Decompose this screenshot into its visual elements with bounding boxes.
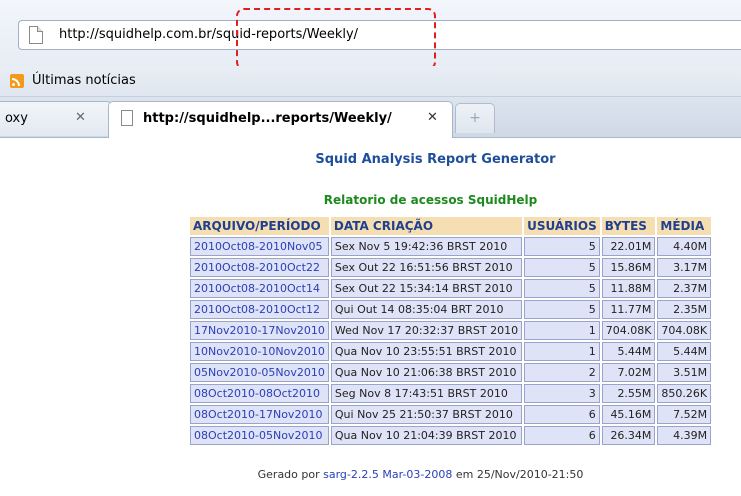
column-header: BYTES (601, 217, 656, 235)
users-cell: 5 (524, 237, 600, 256)
table-row: 2010Oct08-2010Oct22 Sex Out 22 16:51:56 B… (190, 258, 712, 277)
period-link[interactable]: 08Oct2010-08Oct2010 (190, 384, 329, 403)
average-cell: 4.40M (657, 237, 712, 256)
footer: Gerado por sarg-2.2.5 Mar-03-2008 em 25/… (0, 468, 741, 481)
report-title: Squid Analysis Report Generator (315, 152, 556, 167)
close-icon[interactable]: ✕ (75, 110, 86, 125)
users-cell: 3 (524, 384, 600, 403)
column-header: DATA CRIAÇÃO (330, 217, 523, 235)
users-cell: 2 (524, 363, 600, 382)
close-icon[interactable]: ✕ (427, 110, 438, 125)
average-cell: 2.37M (657, 279, 712, 298)
tab-weekly-report[interactable]: http://squidhelp...reports/Weekly/ ✕ (108, 101, 453, 138)
bookmarks-bar: Últimas notícias (0, 66, 741, 97)
period-link[interactable]: 17Nov2010-17Nov2010 (190, 321, 329, 340)
new-tab-button[interactable]: + (455, 103, 495, 133)
creation-date-cell: Qua Nov 10 23:55:51 BRST 2010 (330, 342, 523, 361)
average-cell: 7.52M (657, 405, 712, 424)
highlight-annotation (236, 8, 436, 70)
period-link[interactable]: 10Nov2010-10Nov2010 (190, 342, 329, 361)
creation-date-cell: Sex Nov 5 19:42:36 BRST 2010 (330, 237, 523, 256)
period-link[interactable]: 2010Oct08-2010Oct12 (190, 300, 329, 319)
average-cell: 5.44M (657, 342, 712, 361)
average-cell: 3.17M (657, 258, 712, 277)
creation-date-cell: Qui Out 14 08:35:04 BRT 2010 (330, 300, 523, 319)
creation-date-cell: Sex Out 22 15:34:14 BRST 2010 (330, 279, 523, 298)
bytes-cell: 704.08K (601, 321, 656, 340)
period-link[interactable]: 2010Oct08-2010Oct14 (190, 279, 329, 298)
users-cell: 5 (524, 300, 600, 319)
average-cell: 4.39M (657, 426, 712, 445)
bytes-cell: 45.16M (601, 405, 656, 424)
average-cell: 2.35M (657, 300, 712, 319)
bytes-cell: 11.77M (601, 300, 656, 319)
report-table: ARQUIVO/PERÍODO DATA CRIAÇÃO USUÁRIOS BY… (188, 215, 713, 447)
bytes-cell: 7.02M (601, 363, 656, 382)
users-cell: 6 (524, 426, 600, 445)
sarg-link[interactable]: sarg-2.2.5 Mar-03-2008 (323, 468, 452, 481)
users-cell: 1 (524, 342, 600, 361)
bytes-cell: 22.01M (601, 237, 656, 256)
report-subtitle: Relatorio de acessos SquidHelp (323, 193, 538, 207)
creation-date-cell: Wed Nov 17 20:32:37 BRST 2010 (330, 321, 523, 340)
address-toolbar: http://squidhelp.com.br/squid-reports/We… (0, 0, 741, 70)
rss-icon (10, 74, 24, 88)
average-cell: 850.26K (657, 384, 712, 403)
tab-strip: oxy ✕ http://squidhelp...reports/Weekly/… (0, 97, 741, 138)
users-cell: 6 (524, 405, 600, 424)
tab-label: oxy (5, 111, 28, 126)
table-row: 2010Oct08-2010Oct12 Qui Out 14 08:35:04 B… (190, 300, 712, 319)
period-link[interactable]: 05Nov2010-05Nov2010 (190, 363, 329, 382)
average-cell: 704.08K (657, 321, 712, 340)
period-link[interactable]: 08Oct2010-17Nov2010 (190, 405, 329, 424)
creation-date-cell: Sex Out 22 16:51:56 BRST 2010 (330, 258, 523, 277)
table-row: 10Nov2010-10Nov2010 Qua Nov 10 23:55:51 B… (190, 342, 712, 361)
table-row: 17Nov2010-17Nov2010 Wed Nov 17 20:32:37 B… (190, 321, 712, 340)
creation-date-cell: Seg Nov 8 17:43:51 BRST 2010 (330, 384, 523, 403)
users-cell: 5 (524, 279, 600, 298)
footer-prefix: Gerado por (257, 468, 320, 481)
bytes-cell: 26.34M (601, 426, 656, 445)
bytes-cell: 5.44M (601, 342, 656, 361)
page-content: Squid Analysis Report Generator Relatori… (0, 138, 741, 496)
page-icon (29, 26, 43, 44)
table-row: 2010Oct08-2010Nov05 Sex Nov 5 19:42:36 BR… (190, 237, 712, 256)
period-link[interactable]: 2010Oct08-2010Oct22 (190, 258, 329, 277)
footer-suffix: em 25/Nov/2010-21:50 (455, 468, 584, 481)
table-row: 08Oct2010-08Oct2010 Seg Nov 8 17:43:51 BR… (190, 384, 712, 403)
average-cell: 3.51M (657, 363, 712, 382)
bytes-cell: 11.88M (601, 279, 656, 298)
creation-date-cell: Qua Nov 10 21:04:39 BRST 2010 (330, 426, 523, 445)
users-cell: 1 (524, 321, 600, 340)
bytes-cell: 2.55M (601, 384, 656, 403)
table-row: 08Oct2010-05Nov2010 Qua Nov 10 21:04:39 B… (190, 426, 712, 445)
period-link[interactable]: 2010Oct08-2010Nov05 (190, 237, 329, 256)
page-icon (121, 110, 133, 126)
bookmark-label: Últimas notícias (32, 73, 136, 88)
tab-proxy[interactable]: oxy ✕ (0, 101, 112, 136)
column-header: USUÁRIOS (524, 217, 600, 235)
users-cell: 5 (524, 258, 600, 277)
table-row: 2010Oct08-2010Oct14 Sex Out 22 15:34:14 B… (190, 279, 712, 298)
table-row: 08Oct2010-17Nov2010 Qui Nov 25 21:50:37 B… (190, 405, 712, 424)
period-link[interactable]: 08Oct2010-05Nov2010 (190, 426, 329, 445)
creation-date-cell: Qua Nov 10 21:06:38 BRST 2010 (330, 363, 523, 382)
table-row: 05Nov2010-05Nov2010 Qua Nov 10 21:06:38 B… (190, 363, 712, 382)
table-header-row: ARQUIVO/PERÍODO DATA CRIAÇÃO USUÁRIOS BY… (190, 217, 712, 235)
tab-label: http://squidhelp...reports/Weekly/ (143, 111, 392, 126)
column-header: MÉDIA (657, 217, 712, 235)
bytes-cell: 15.86M (601, 258, 656, 277)
column-header: ARQUIVO/PERÍODO (190, 217, 329, 235)
creation-date-cell: Qui Nov 25 21:50:37 BRST 2010 (330, 405, 523, 424)
plus-icon: + (469, 110, 481, 126)
